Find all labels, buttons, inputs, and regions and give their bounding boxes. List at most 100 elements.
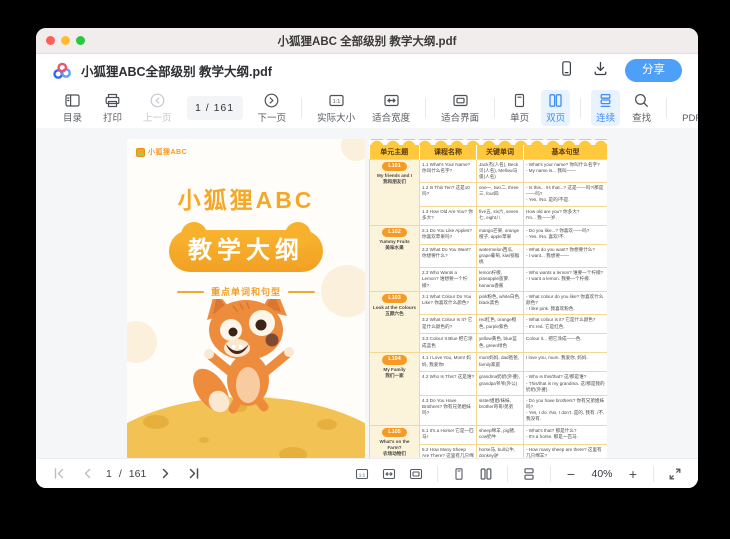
- table-course-cell: 4.1 I Love You, Mom! 妈妈, 我爱你!: [419, 352, 477, 373]
- next-page-nav-button[interactable]: [156, 465, 174, 483]
- table-words-cell: five五, six六, seven七, eight八: [476, 205, 524, 226]
- bottom-fit-page-button[interactable]: [407, 465, 425, 483]
- pdf-content-area[interactable]: 小狐狸ABC 小狐狸ABC 教学大纲 重点单词和句型 单元主题 课程名称 关键单…: [36, 128, 698, 458]
- total-page-number: 161: [128, 467, 147, 480]
- table-patterns-cell: - What do you want? 你想要什么? - I want... 我…: [523, 243, 607, 269]
- bottombar-divider: [550, 465, 551, 482]
- table-header-words: 关键单词: [476, 145, 524, 159]
- double-page-button[interactable]: 双页: [541, 89, 571, 126]
- table-course-cell: 2.1 Do You Like Apples? 你喜欢苹果吗?: [419, 224, 477, 245]
- syllabus-table: 单元主题 课程名称 关键单词 基本句型 L101 My friends and I…: [369, 145, 607, 458]
- actual-size-button[interactable]: 1:1 实际大小: [312, 90, 360, 126]
- phone-icon: [558, 60, 575, 82]
- table-row: L101 My friends and I 我和朋友们 1.1 What's Your…: [369, 158, 607, 226]
- table-patterns-cell: I love you, mum. 我爱你, 妈妈.: [523, 352, 607, 373]
- unit-topic-cell: L104 My Family 我们一家: [369, 352, 420, 426]
- toolbar-divider: [494, 97, 496, 118]
- cover-brand-label: 小狐狸ABC: [148, 149, 188, 156]
- document-filename: 小狐狸ABC全部级别 教学大纲.pdf: [81, 65, 272, 79]
- single-page-button[interactable]: 单页: [505, 90, 534, 126]
- table-patterns-cell: - Do you have brothers? 你有兄弟姐妹吗? - Yes, …: [523, 394, 607, 426]
- cover-subtitle: 重点单词和句型: [210, 287, 281, 297]
- fit-width-button[interactable]: 适合宽度: [367, 90, 415, 126]
- find-button[interactable]: 查找: [627, 90, 656, 126]
- zoom-in-button[interactable]: +: [625, 467, 641, 481]
- unit-level-badge: L102: [382, 227, 407, 238]
- table-header-course: 课程名称: [419, 145, 477, 159]
- table-course-cell: 3.1 What Colour Do You Like? 你喜欢什么颜色?: [419, 290, 477, 316]
- actual-size-label: 实际大小: [317, 112, 356, 124]
- close-window-button[interactable]: [46, 36, 55, 45]
- bottombar-divider: [653, 465, 654, 482]
- svg-text:1:1: 1:1: [359, 472, 366, 477]
- download-icon: [592, 60, 609, 82]
- table-row: L102 Yummy Fruits 美味水果 2.1 Do You Like Appl…: [369, 224, 607, 292]
- main-toolbar: 目录 打印 上一页 1 / 161 下一页 1:1 实际大小 适合宽度 适合界面…: [36, 87, 698, 128]
- pdf-to-word-label: PDF转Word: [682, 112, 698, 124]
- table-header-unit: 单元主题: [369, 145, 420, 159]
- zoom-out-button[interactable]: −: [563, 467, 579, 481]
- table-patterns-cell: - Do you like...? 你喜欢——吗? - Yes. /No. 喜欢…: [523, 224, 607, 245]
- table-course-cell: 2.2 What Do You Want? 你想要什么?: [419, 243, 477, 269]
- bottom-continuous-button[interactable]: [520, 465, 538, 483]
- table-course-cell: 4.2 Who Is This? 这是谁?: [419, 371, 477, 396]
- subtitle-dash: [176, 290, 204, 293]
- print-button[interactable]: 打印: [98, 90, 127, 126]
- prev-page-nav-button[interactable]: [78, 465, 96, 483]
- minimize-window-button[interactable]: [61, 36, 70, 45]
- table-words-cell: grandma奶奶(外婆), grandpa爷爷(外公): [476, 371, 524, 396]
- prev-page-button[interactable]: 上一页: [138, 90, 177, 126]
- page-number-input[interactable]: 1 / 161: [186, 95, 243, 120]
- table-header-row: 单元主题 课程名称 关键单词 基本句型: [369, 145, 607, 159]
- fit-page-icon: [452, 92, 469, 109]
- table-patterns-cell: - How many sheep are there? 这里有几只绵羊? - T…: [523, 443, 607, 458]
- table-words-cell: Jack杰(人名), Beck贝(人名), Mellow马俊(人名): [476, 158, 524, 184]
- fit-width-label: 适合宽度: [372, 112, 411, 124]
- bottom-actual-size-button[interactable]: 1:1: [353, 465, 371, 483]
- table-row: L103 Look at the Colours 五颜六色 3.1 What Colo…: [369, 290, 607, 354]
- unit-topic-cell: L105 What's on the Farm? 农场动物们: [369, 424, 420, 458]
- continuous-mode-icon: [597, 92, 614, 109]
- unit-name-cn: 我们一家: [385, 372, 404, 378]
- pdf-to-word-button[interactable]: PDF转Word: [677, 90, 698, 126]
- bottom-double-page-button[interactable]: [477, 465, 495, 483]
- download-button[interactable]: [587, 60, 613, 82]
- print-icon: [104, 92, 121, 109]
- toc-button[interactable]: 目录: [58, 90, 87, 126]
- zoom-window-button[interactable]: [76, 36, 85, 45]
- app-logo-icon: [52, 62, 72, 80]
- table-patterns-cell: - Is this... /Is that...? 这是——吗?/那是——吗? …: [523, 182, 607, 207]
- table-course-cell: 5.2 How Many Sheep Are There? 这里有几只绵羊?: [419, 443, 477, 458]
- cover-subtitle-row: 重点单词和句型: [127, 285, 365, 298]
- fullscreen-button[interactable]: [666, 465, 684, 483]
- cover-title: 小狐狸ABC: [177, 187, 315, 213]
- toolbar-divider: [580, 97, 582, 118]
- table-words-cell: one一, two二, three三, four四: [476, 182, 524, 207]
- table-patterns-cell: - Who is this/that? 这/那是谁? - This/that i…: [523, 371, 607, 396]
- bottombar-divider: [437, 465, 438, 482]
- share-button[interactable]: 分享: [625, 59, 682, 82]
- bottom-single-page-button[interactable]: [450, 465, 468, 483]
- current-page-number: 1: [106, 467, 112, 480]
- table-patterns-cell: - What's your name? 你叫什么名字? - My name is…: [523, 158, 607, 184]
- unit-name-cn: 农场动物们: [383, 451, 406, 457]
- first-page-button[interactable]: [50, 465, 68, 483]
- mobile-view-button[interactable]: [553, 60, 579, 82]
- unit-topic-cell: L101 My friends and I 我和朋友们: [369, 158, 420, 226]
- fit-page-label: 适合界面: [441, 112, 480, 124]
- next-page-button[interactable]: 下一页: [253, 90, 292, 126]
- toolbar-divider: [425, 97, 427, 118]
- actual-size-icon: 1:1: [328, 92, 345, 109]
- table-course-cell: 1.3 How Old Are You? 你多大?: [419, 205, 477, 226]
- unit-name-cn: 美味水果: [385, 245, 404, 251]
- next-page-label: 下一页: [257, 112, 287, 124]
- table-patterns-cell: Colour it... 把它涂成——色.: [523, 333, 607, 354]
- zoom-level: 40%: [591, 467, 613, 480]
- table-patterns-cell: - Who wants a lemon? 谁要一个柠檬? - I want a …: [523, 267, 607, 292]
- table-words-cell: mango芒果, orange橙子, apple苹果: [476, 224, 524, 245]
- last-page-button[interactable]: [184, 465, 202, 483]
- continuous-mode-button[interactable]: 连续: [591, 89, 621, 126]
- bottom-fit-width-button[interactable]: [380, 465, 398, 483]
- fit-page-button[interactable]: 适合界面: [436, 90, 484, 126]
- print-label: 打印: [103, 112, 123, 124]
